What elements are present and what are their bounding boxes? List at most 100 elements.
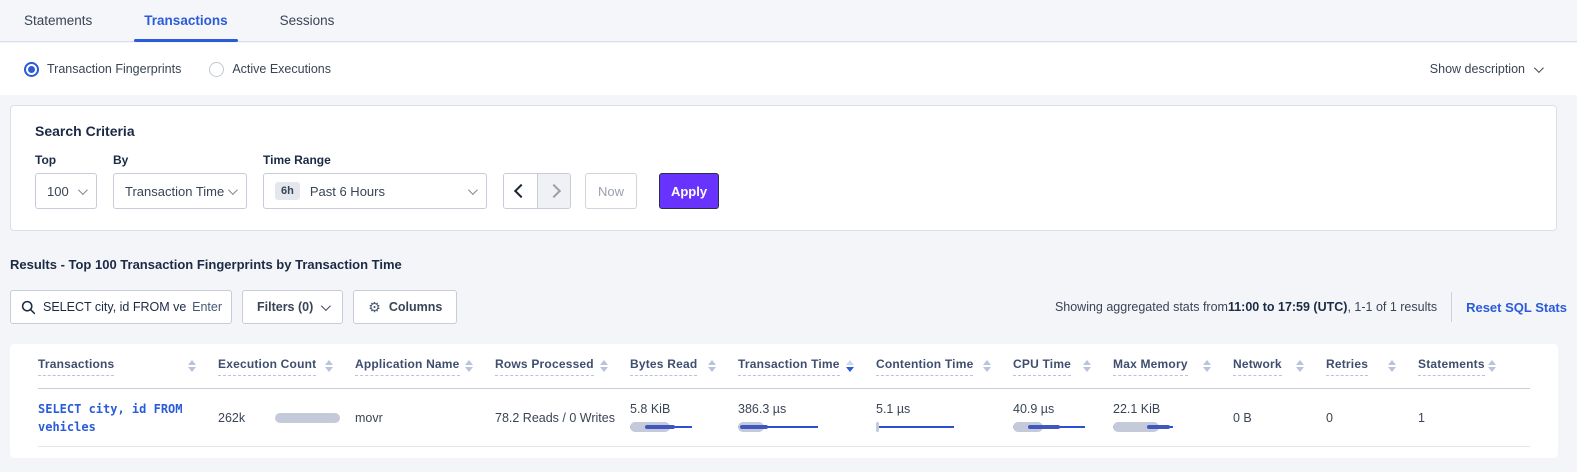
table-header-row: Transactions Execution Count Application… — [38, 344, 1530, 389]
tab-statements[interactable]: Statements — [24, 0, 92, 41]
chevron-right-icon — [547, 184, 561, 198]
column-label: Rows Processed — [495, 357, 594, 376]
radio-active-executions[interactable]: Active Executions — [209, 62, 331, 77]
search-criteria-title: Search Criteria — [35, 123, 1532, 139]
time-range-value: Past 6 Hours — [310, 184, 385, 199]
column-header-bytes-read[interactable]: Bytes Read — [630, 357, 738, 376]
radio-label: Transaction Fingerprints — [47, 62, 181, 76]
search-input[interactable] — [43, 300, 187, 314]
statements-value: 1 — [1418, 411, 1518, 425]
column-header-contention-time[interactable]: Contention Time — [876, 357, 1013, 376]
chevron-down-icon — [321, 301, 331, 311]
sort-icon[interactable] — [1083, 360, 1091, 372]
page-tabs: Statements Transactions Sessions — [0, 0, 1577, 42]
column-label: Network — [1233, 357, 1282, 376]
show-description-toggle[interactable]: Show description — [1430, 62, 1553, 76]
column-header-max-memory[interactable]: Max Memory — [1113, 357, 1233, 376]
sort-icon[interactable] — [708, 360, 716, 372]
bytes-read-value: 5.8 KiB — [630, 402, 738, 416]
retries-value: 0 — [1326, 411, 1418, 425]
top-select[interactable]: 100 — [35, 173, 97, 209]
sort-icon[interactable] — [1388, 360, 1396, 372]
chevron-down-icon — [78, 185, 88, 195]
column-header-retries[interactable]: Retries — [1326, 357, 1418, 376]
column-label: Transactions — [38, 357, 114, 376]
now-button[interactable]: Now — [585, 173, 637, 209]
sort-icon[interactable] — [465, 360, 473, 372]
max-memory-bar — [1113, 421, 1203, 433]
sort-icon[interactable] — [983, 360, 991, 372]
columns-button[interactable]: ⚙ Columns — [353, 290, 457, 324]
max-memory-value: 22.1 KiB — [1113, 402, 1233, 416]
execution-count-value: 262k — [218, 411, 245, 425]
application-name-value: movr — [355, 411, 495, 425]
columns-label: Columns — [389, 300, 442, 314]
column-header-cpu-time[interactable]: CPU Time — [1013, 357, 1113, 376]
column-label: Retries — [1326, 357, 1368, 376]
transaction-time-value: 386.3 µs — [738, 402, 876, 416]
column-header-application-name[interactable]: Application Name — [355, 357, 495, 376]
sort-icon[interactable] — [188, 360, 196, 372]
column-label: Statements — [1418, 357, 1485, 376]
chevron-down-icon — [228, 185, 238, 195]
filters-button[interactable]: Filters (0) — [242, 290, 343, 324]
table-row: SELECT city, id FROM vehicles 262k movr … — [38, 389, 1530, 447]
column-label: CPU Time — [1013, 357, 1071, 376]
gear-icon: ⚙ — [368, 299, 381, 316]
results-controls: Enter Filters (0) ⚙ Columns Showing aggr… — [10, 289, 1567, 325]
show-description-label: Show description — [1430, 62, 1525, 76]
reset-sql-stats-link[interactable]: Reset SQL Stats — [1466, 300, 1567, 315]
column-header-statements[interactable]: Statements — [1418, 357, 1518, 376]
column-label: Execution Count — [218, 357, 316, 376]
sort-icon[interactable] — [325, 360, 333, 372]
apply-button[interactable]: Apply — [659, 173, 719, 209]
column-label: Bytes Read — [630, 357, 697, 376]
contention-time-value: 5.1 µs — [876, 402, 1013, 416]
top-value: 100 — [47, 184, 69, 199]
radio-selected-icon — [24, 62, 39, 77]
enter-hint: Enter — [192, 300, 222, 314]
sort-icon[interactable] — [1296, 360, 1304, 372]
sort-icon[interactable] — [1488, 360, 1496, 372]
tab-transactions[interactable]: Transactions — [144, 0, 227, 41]
results-title: Results - Top 100 Transaction Fingerprin… — [10, 257, 402, 272]
column-header-transactions[interactable]: Transactions — [38, 357, 218, 376]
bytes-read-metric: 5.8 KiB — [630, 402, 738, 433]
time-range-label: Time Range — [263, 153, 487, 167]
vertical-divider — [1451, 292, 1452, 322]
radio-transaction-fingerprints[interactable]: Transaction Fingerprints — [24, 62, 181, 77]
column-header-network[interactable]: Network — [1233, 357, 1326, 376]
by-select[interactable]: Transaction Time — [113, 173, 247, 209]
top-label: Top — [35, 153, 97, 167]
search-criteria-card: Search Criteria Top 100 By Transaction T… — [10, 105, 1557, 231]
transaction-fingerprint-link[interactable]: SELECT city, id FROM vehicles — [38, 400, 206, 436]
tab-sessions[interactable]: Sessions — [280, 0, 335, 41]
by-field: By Transaction Time — [113, 153, 247, 209]
sort-icon[interactable] — [600, 360, 608, 372]
sql-search-box[interactable]: Enter — [10, 290, 232, 324]
top-field: Top 100 — [35, 153, 97, 209]
cpu-time-value: 40.9 µs — [1013, 402, 1113, 416]
rows-processed-value: 78.2 Reads / 0 Writes — [495, 411, 630, 425]
sort-icon[interactable] — [846, 360, 854, 372]
time-range-field: Time Range 6h Past 6 Hours — [263, 153, 487, 209]
stats-range: 11:00 to 17:59 (UTC) — [1228, 300, 1347, 314]
column-header-execution-count[interactable]: Execution Count — [218, 357, 355, 376]
contention-time-metric: 5.1 µs — [876, 402, 1013, 433]
chevron-left-icon — [513, 184, 527, 198]
time-next-button[interactable] — [537, 174, 570, 208]
cpu-time-bar — [1013, 421, 1103, 433]
chevron-down-icon — [1534, 63, 1544, 73]
time-prev-button[interactable] — [504, 174, 537, 208]
transaction-time-metric: 386.3 µs — [738, 402, 876, 433]
time-range-select[interactable]: 6h Past 6 Hours — [263, 173, 487, 209]
radio-label: Active Executions — [232, 62, 331, 76]
bytes-read-bar — [630, 421, 720, 433]
column-header-rows-processed[interactable]: Rows Processed — [495, 357, 630, 376]
chevron-down-icon — [468, 185, 478, 195]
results-table-card: Transactions Execution Count Application… — [10, 344, 1558, 458]
transaction-time-bar — [738, 421, 828, 433]
sort-icon[interactable] — [1203, 360, 1211, 372]
column-header-transaction-time[interactable]: Transaction Time — [738, 357, 876, 376]
column-label: Max Memory — [1113, 357, 1188, 376]
